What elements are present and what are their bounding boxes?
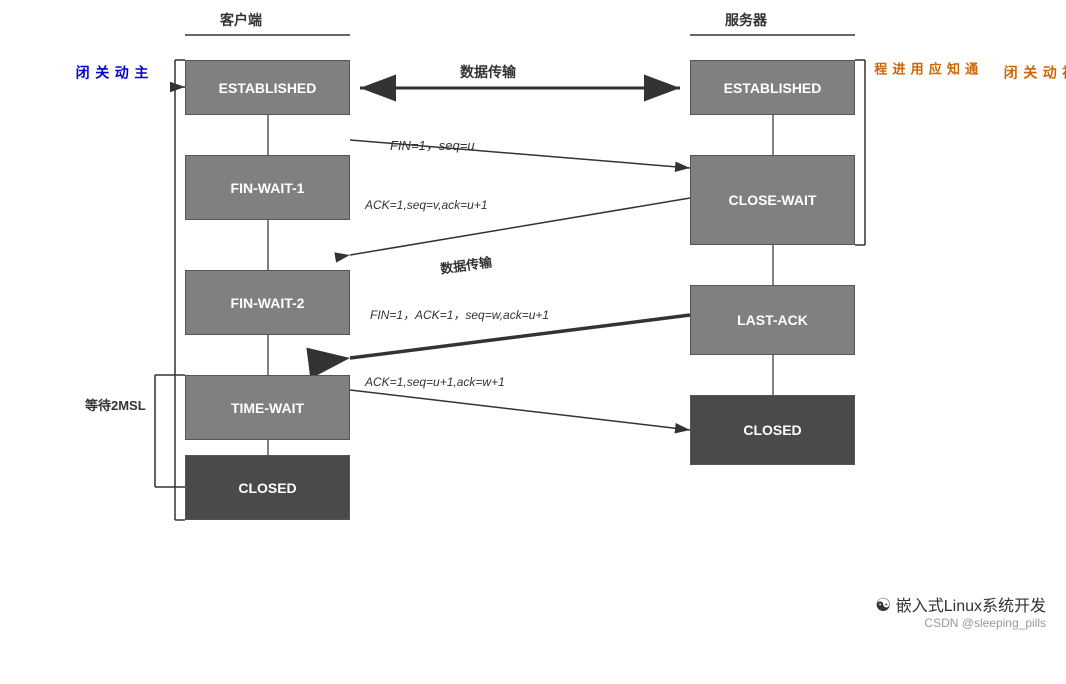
watermark-sub: CSDN @sleeping_pills — [875, 616, 1046, 630]
active-close-label: 主动关闭 — [72, 65, 150, 79]
server-established-box: ESTABLISHED — [690, 60, 855, 115]
watermark: ☯ 嵌入式Linux系统开发 CSDN @sleeping_pills — [875, 592, 1046, 630]
ack2-label: ACK=1,seq=u+1,ack=w+1 — [365, 375, 505, 389]
server-last-ack-box: LAST-ACK — [690, 285, 855, 355]
client-established-box: ESTABLISHED — [185, 60, 350, 115]
passive-close-label: 被动关闭 — [1000, 65, 1066, 79]
fin2-label: FIN=1，ACK=1，seq=w,ack=u+1 — [370, 306, 549, 323]
client-label: 客户端 — [220, 10, 262, 30]
diagram-container: 客户端 服务器 数据传输 主动关闭 被动关闭 通知应用进程 等待2MSL EST… — [0, 0, 1066, 640]
fin1-label: FIN=1，seq=u — [390, 135, 475, 154]
client-fin-wait-2-box: FIN-WAIT-2 — [185, 270, 350, 335]
data-transfer-label: 数据传输 — [460, 62, 516, 82]
wait-2msl-label: 等待2MSL — [85, 395, 146, 414]
ack1-label: ACK=1,seq=v,ack=u+1 — [365, 198, 488, 212]
server-closed-box: CLOSED — [690, 395, 855, 465]
notify-app-label: 通知应用进程 — [870, 62, 979, 75]
client-closed-box: CLOSED — [185, 455, 350, 520]
client-time-wait-box: TIME-WAIT — [185, 375, 350, 440]
watermark-logo: ☯ 嵌入式Linux系统开发 — [875, 592, 1046, 616]
server-label: 服务器 — [725, 10, 767, 30]
server-close-wait-box: CLOSE-WAIT — [690, 155, 855, 245]
client-fin-wait-1-box: FIN-WAIT-1 — [185, 155, 350, 220]
data-transfer2-label: 数据传输 — [439, 251, 493, 277]
